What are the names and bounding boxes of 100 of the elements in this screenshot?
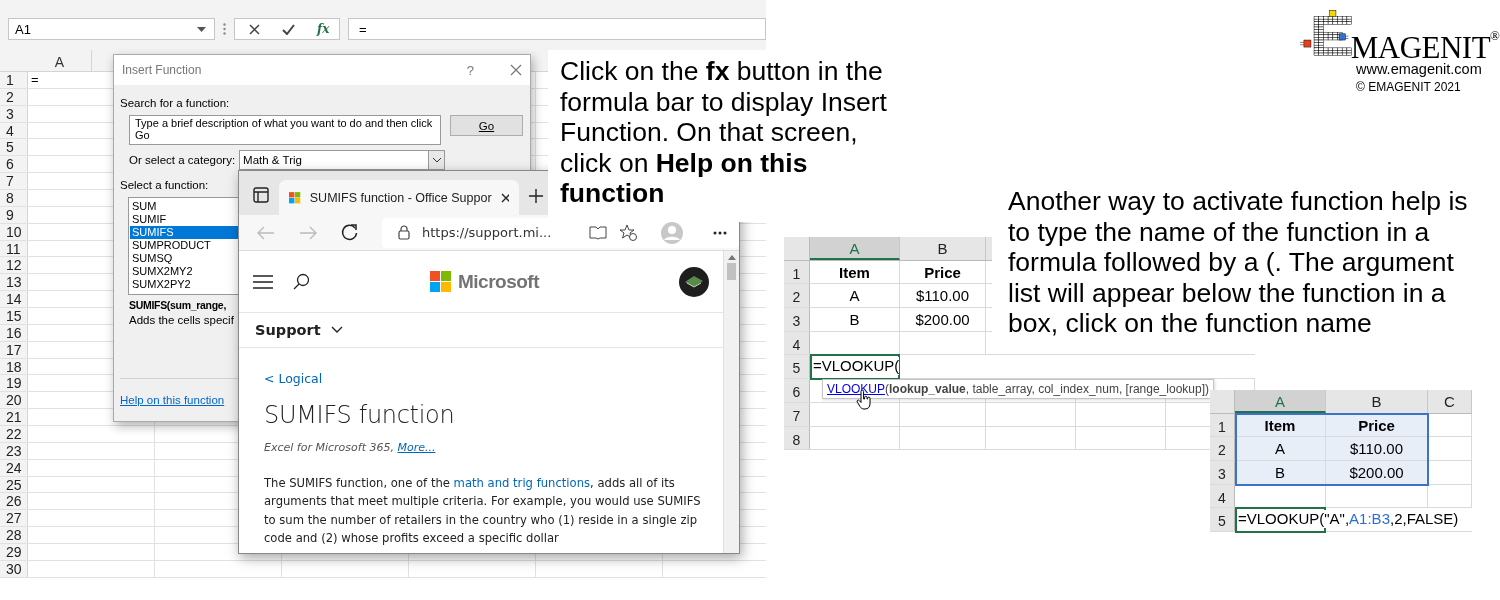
- reader-icon[interactable]: [589, 225, 607, 240]
- instruction-text: Click on the fx button in the formula bar to display Insert Function. On that screen, click on Help on this function: [560, 56, 888, 209]
- column-header[interactable]: B: [900, 237, 986, 260]
- instruction-text: Another way to activate function help is to type the name of the function in a formula followed by a (. The argument list will appear below the function in a box, click on the function name: [1008, 186, 1469, 339]
- scroll-thumb[interactable]: [727, 263, 736, 280]
- favicon-icon: [289, 190, 301, 205]
- row-number: 8: [784, 426, 810, 450]
- table-cell: B: [1235, 461, 1326, 484]
- formula-cell[interactable]: =VLOOKUP("A",A1:B3,2,FALSE): [1238, 510, 1459, 529]
- row-number: 12: [0, 257, 28, 274]
- refresh-icon[interactable]: [341, 224, 358, 241]
- table-cell: Price: [900, 260, 986, 284]
- table-cell: A: [810, 284, 900, 308]
- close-icon[interactable]: [500, 192, 509, 203]
- copyright-text: © EMAGENIT 2021: [1356, 80, 1462, 94]
- row-number: 5: [784, 355, 810, 379]
- function-item[interactable]: SUMSQ: [130, 252, 238, 265]
- table-cell: $110.00: [1326, 437, 1428, 461]
- favorites-icon[interactable]: [619, 224, 637, 241]
- function-item[interactable]: SUMPRODUCT: [130, 239, 238, 252]
- row-number: 24: [0, 459, 28, 476]
- row-number: 21: [0, 409, 28, 426]
- row-number: 23: [0, 442, 28, 459]
- row-number: 2: [0, 88, 28, 105]
- field-label: Search for a function:: [120, 97, 231, 109]
- formula-cell[interactable]: =VLOOKUP(: [813, 357, 900, 376]
- row-number: 6: [0, 156, 28, 173]
- function-item[interactable]: SUMIFS: [130, 226, 238, 239]
- enter-button[interactable]: [282, 23, 295, 35]
- row-number: 1: [784, 260, 810, 284]
- more-link[interactable]: More...: [397, 441, 436, 454]
- table-cell: Item: [810, 260, 900, 284]
- function-item[interactable]: SUM: [130, 200, 238, 213]
- cancel-button[interactable]: [249, 23, 260, 35]
- row-number: 8: [0, 190, 28, 206]
- search-field[interactable]: Type a brief description of what you want to do and then click Go: [129, 115, 441, 145]
- column-header[interactable]: A: [810, 237, 900, 260]
- more-icon[interactable]: [713, 230, 727, 235]
- article-paragraph: The SUMIFS function, one of the math and trig functions, adds all of its arguments that meet multiple criteria. For example, you would use SUMIFS to sum the number of retailers in the country who (1) reside in a single zip code and (2) whose profits exceed a specific dollar: [264, 475, 702, 547]
- breadcrumb-link[interactable]: < Logical: [264, 371, 323, 386]
- column-header[interactable]: B: [1326, 390, 1428, 413]
- row-number: 6: [784, 379, 810, 402]
- dialog-title: Insert Function: [122, 63, 203, 77]
- row-number: 29: [0, 544, 28, 560]
- menu-icon[interactable]: [253, 274, 273, 289]
- row-number: 4: [0, 122, 28, 139]
- chevron-down-icon[interactable]: [330, 326, 343, 334]
- column-header[interactable]: C: [1428, 390, 1472, 413]
- applies-to-text: Excel for Microsoft 365, More...: [264, 441, 437, 454]
- avatar-icon[interactable]: [679, 266, 709, 297]
- row-number: 5: [0, 139, 28, 156]
- column-header[interactable]: A: [1235, 390, 1326, 413]
- row-number: 16: [0, 324, 28, 341]
- scroll-up-icon[interactable]: [727, 255, 736, 260]
- row-number: 19: [0, 375, 28, 392]
- row-number: 17: [0, 341, 28, 358]
- argument-list: (lookup_value, table_array, col_index_num, [range_lookup]): [885, 382, 1209, 396]
- go-button[interactable]: Go: [450, 115, 523, 136]
- brand-name: Microsoft: [458, 270, 539, 293]
- support-menu[interactable]: Support: [255, 322, 321, 338]
- function-link[interactable]: VLOOKUP: [827, 382, 886, 396]
- row-number: 30: [0, 560, 28, 577]
- row-number: 2: [1210, 437, 1235, 461]
- scrollbar[interactable]: [723, 251, 739, 553]
- table-cell: $200.00: [1326, 461, 1428, 484]
- row-number: 3: [784, 308, 810, 331]
- row-number: 25: [0, 476, 28, 493]
- browser-tab[interactable]: SUMIFS function - Office Suppor: [279, 180, 519, 215]
- microsoft-logo-icon: [430, 270, 452, 293]
- new-tab-icon[interactable]: [529, 189, 543, 203]
- formula-bar[interactable]: =: [348, 18, 766, 40]
- row-number: 15: [0, 308, 28, 324]
- help-link[interactable]: Help on this function: [120, 394, 225, 406]
- lock-icon: [398, 225, 410, 240]
- row-number: 14: [0, 291, 28, 308]
- category-dropdown[interactable]: Math & Trig: [239, 150, 446, 170]
- name-box[interactable]: A1: [8, 18, 215, 40]
- website-url: www.emagenit.com: [1356, 61, 1483, 77]
- function-item[interactable]: SUMX2MY2: [130, 265, 238, 278]
- row-number: 26: [0, 493, 28, 510]
- table-cell: $200.00: [900, 308, 986, 331]
- table-cell: $110.00: [900, 284, 986, 308]
- row-number: 18: [0, 358, 28, 375]
- search-icon[interactable]: [293, 273, 310, 290]
- row-number: 27: [0, 510, 28, 527]
- row-number: 7: [0, 173, 28, 189]
- table-cell: B: [810, 308, 900, 331]
- function-item[interactable]: SUMIF: [130, 213, 238, 226]
- row-number: 5: [1210, 508, 1235, 532]
- tab-actions-icon[interactable]: [253, 187, 269, 203]
- row-number: 7: [784, 402, 810, 426]
- row-number: 2: [784, 284, 810, 308]
- drag-handle-icon: [223, 23, 226, 35]
- help-button[interactable]: ?: [466, 62, 474, 78]
- row-number: 13: [0, 274, 28, 291]
- function-item[interactable]: SUMX2PY2: [130, 278, 238, 291]
- registered-mark: ®: [1490, 28, 1500, 43]
- row-number: 4: [784, 331, 810, 355]
- row-number: 11: [0, 240, 28, 257]
- insert-function-button[interactable]: fx: [317, 22, 330, 36]
